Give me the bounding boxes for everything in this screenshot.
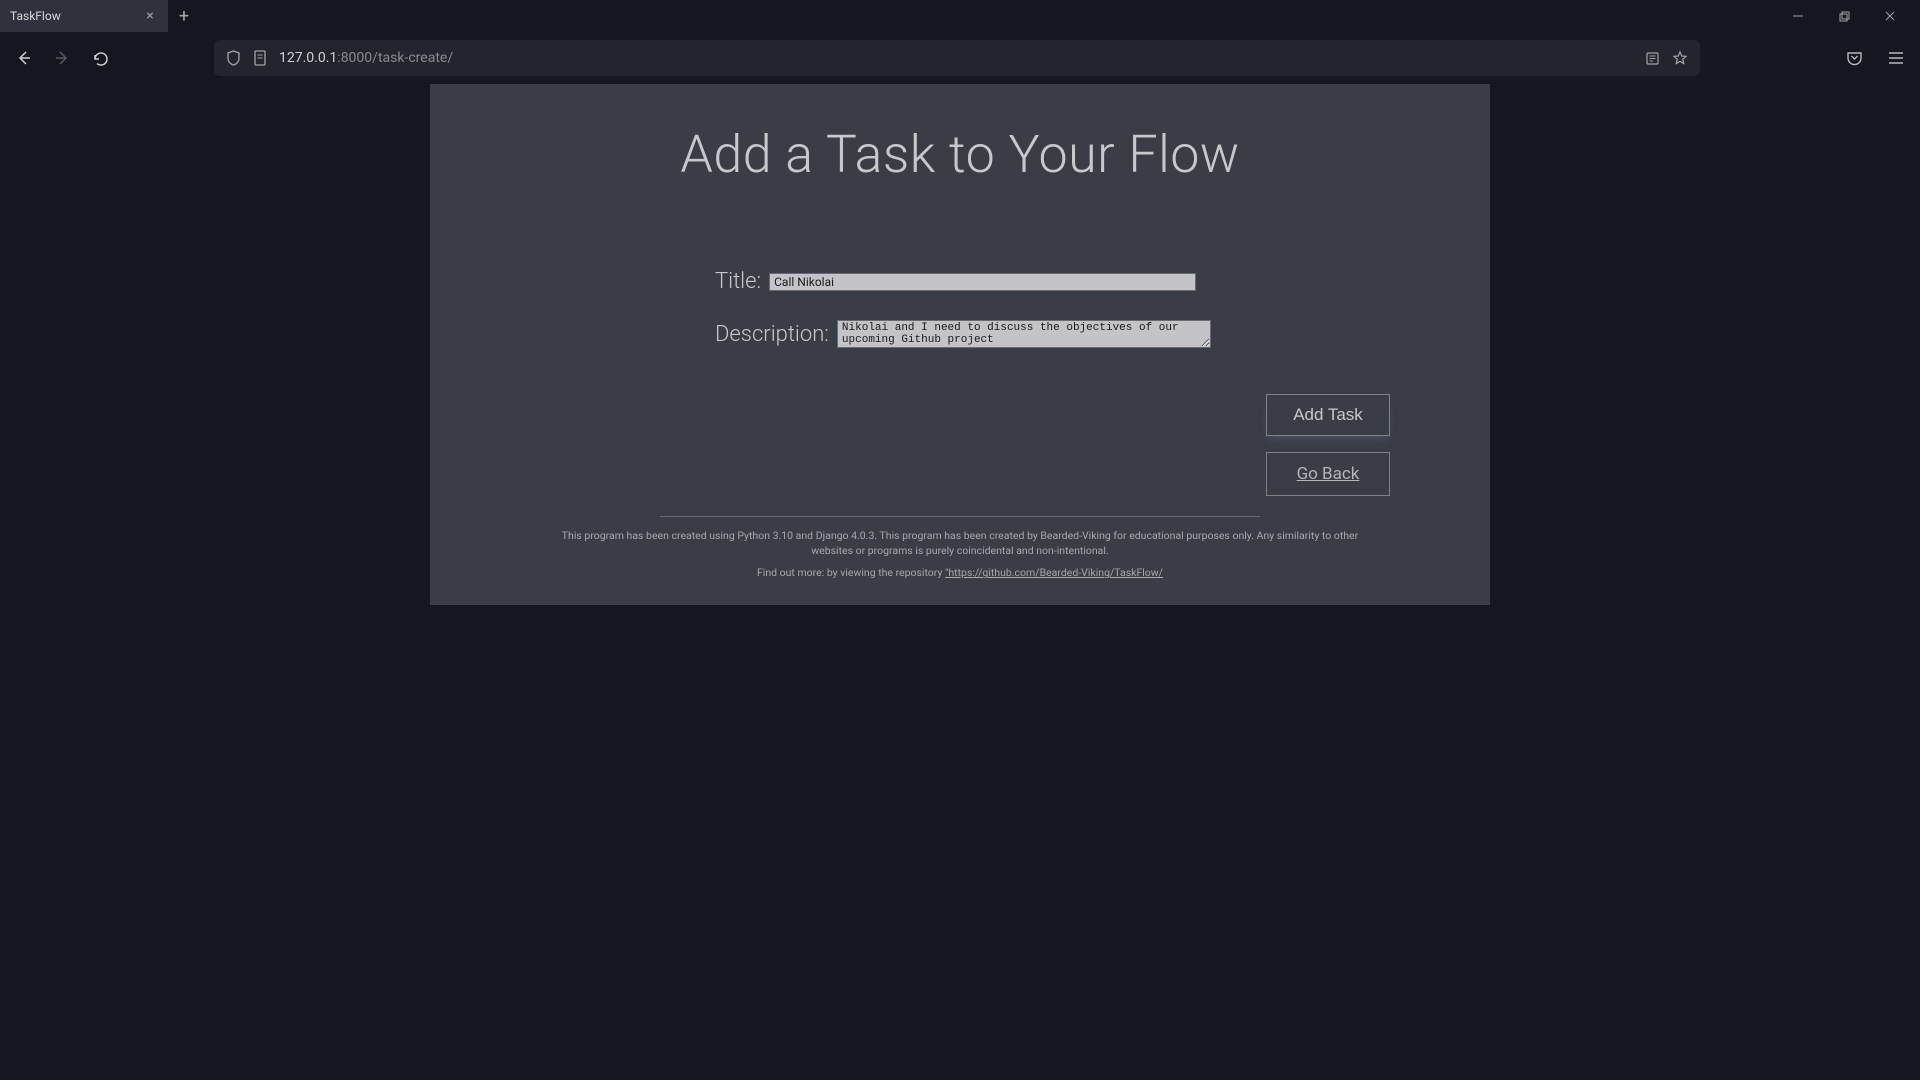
footer-text-2: Find out more: by viewing the repository… <box>550 566 1370 581</box>
shield-icon[interactable] <box>226 50 241 66</box>
tab-title: TaskFlow <box>10 9 142 23</box>
bookmark-star-icon[interactable] <box>1672 50 1688 66</box>
task-form: Title: Description: Add Task Go Back <box>430 269 1490 496</box>
window-controls <box>1778 2 1920 30</box>
title-input[interactable] <box>769 273 1196 291</box>
url-path: /task-create/ <box>372 50 453 66</box>
add-task-button[interactable]: Add Task <box>1266 394 1390 436</box>
new-tab-button[interactable]: + <box>168 6 200 27</box>
footer-divider <box>660 516 1260 517</box>
browser-toolbar: 127.0.0.1:8000/task-create/ <box>0 32 1920 84</box>
page-title: Add a Task to Your Flow <box>430 124 1490 185</box>
address-bar[interactable]: 127.0.0.1:8000/task-create/ <box>214 40 1700 76</box>
title-row: Title: <box>715 269 1196 294</box>
page-viewport: Add a Task to Your Flow Title: Descripti… <box>0 84 1920 605</box>
title-label: Title: <box>715 269 761 294</box>
button-column: Add Task Go Back <box>1266 394 1390 496</box>
pocket-icon[interactable] <box>1840 44 1868 72</box>
reader-mode-icon[interactable] <box>1645 50 1660 66</box>
go-back-link[interactable]: Go Back <box>1266 452 1390 496</box>
reload-icon[interactable] <box>86 44 114 72</box>
hamburger-menu-icon[interactable] <box>1882 44 1910 72</box>
description-textarea[interactable] <box>837 320 1211 348</box>
description-row: Description: <box>715 320 1211 348</box>
footer-text-1: This program has been created using Pyth… <box>550 529 1370 558</box>
url-host: 127.0.0.1 <box>279 50 337 66</box>
description-label: Description: <box>715 322 829 347</box>
back-icon[interactable] <box>10 44 38 72</box>
footer: This program has been created using Pyth… <box>430 516 1490 581</box>
url-port: :8000 <box>337 50 372 66</box>
page-info-icon[interactable] <box>253 50 267 66</box>
minimize-icon[interactable] <box>1778 2 1818 30</box>
footer-prefix: Find out more: by viewing the repository <box>757 566 945 579</box>
url-text: 127.0.0.1:8000/task-create/ <box>279 50 1633 66</box>
close-tab-icon[interactable]: × <box>142 8 158 24</box>
browser-titlebar: TaskFlow × + <box>0 0 1920 32</box>
browser-tab[interactable]: TaskFlow × <box>0 0 168 32</box>
maximize-icon[interactable] <box>1824 2 1864 30</box>
repo-link[interactable]: "https://github.com/Bearded-Viking/TaskF… <box>945 566 1163 579</box>
content-card: Add a Task to Your Flow Title: Descripti… <box>430 84 1490 605</box>
forward-icon[interactable] <box>48 44 76 72</box>
close-window-icon[interactable] <box>1870 2 1910 30</box>
